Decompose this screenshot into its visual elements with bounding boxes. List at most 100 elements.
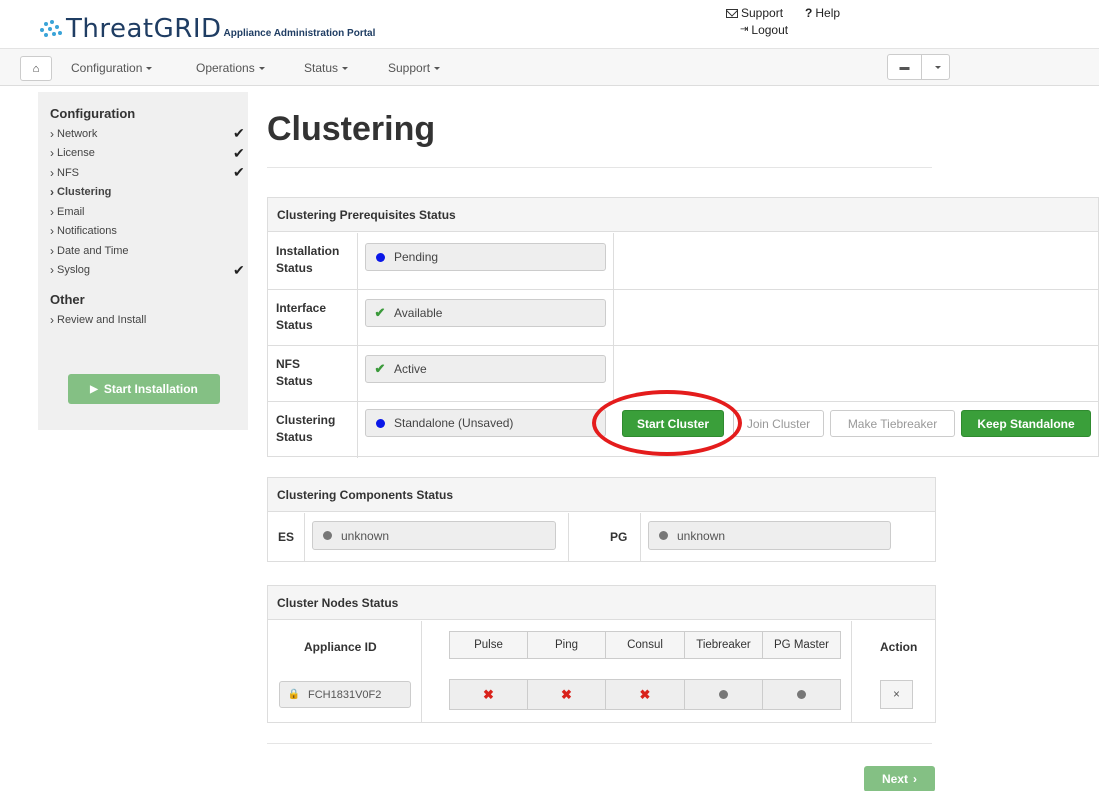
nav-status[interactable]: Status — [304, 61, 349, 75]
sidebar-item-review-and-install[interactable]: › Review and Install — [50, 310, 236, 330]
support-link[interactable]: Support — [726, 6, 783, 20]
envelope-icon — [726, 8, 738, 18]
sidebar-item-license[interactable]: › License ✔ — [50, 144, 245, 164]
make-tiebreaker-button[interactable]: Make Tiebreaker — [830, 410, 955, 437]
gray-dot-icon — [658, 531, 668, 540]
home-icon: ⌂ — [32, 62, 40, 75]
chevron-right-icon: › — [50, 185, 54, 200]
question-icon: ? — [805, 6, 813, 20]
lock-icon: 🔒 — [287, 689, 301, 700]
nodes-panel: Cluster Nodes Status Appliance ID Action… — [267, 585, 936, 723]
brand-name: ThreatGRID — [66, 14, 222, 44]
pg-label: PG — [610, 530, 628, 544]
pg-status-field: unknown — [648, 521, 891, 550]
check-icon: ✔ — [233, 261, 245, 278]
x-icon: ✖ — [561, 686, 572, 702]
home-button[interactable]: ⌂ — [20, 56, 52, 81]
caret-down-icon — [934, 65, 941, 69]
remove-node-button[interactable]: × — [880, 680, 913, 709]
brand-logo: ThreatGRID Appliance Administration Port… — [38, 10, 375, 42]
consul-status: ✖ — [605, 679, 685, 710]
x-icon: ✖ — [639, 686, 651, 702]
pulse-header: Pulse — [449, 631, 528, 659]
threatgrid-logo-icon — [38, 18, 62, 42]
start-installation-button[interactable]: ▶ Start Installation — [68, 374, 220, 404]
sidebar-item-syslog[interactable]: › Syslog ✔ — [50, 261, 245, 281]
action-header: Action — [880, 640, 918, 654]
es-label: ES — [278, 530, 295, 544]
appliance-id-header: Appliance ID — [304, 640, 377, 654]
ping-header: Ping — [527, 631, 606, 659]
play-icon: ▶ — [90, 383, 98, 395]
installation-status-row: Installation Status Pending — [268, 233, 1098, 290]
pg-master-status — [762, 679, 841, 710]
sidebar-item-nfs[interactable]: › NFS ✔ — [50, 163, 245, 183]
components-title: Clustering Components Status — [268, 478, 935, 512]
close-icon: × — [893, 688, 900, 701]
nodes-title: Cluster Nodes Status — [268, 586, 935, 620]
logout-link[interactable]: ⇥ Logout — [740, 23, 788, 37]
pg-master-header: PG Master — [762, 631, 841, 659]
blue-dot-icon — [375, 252, 385, 262]
footer-divider — [267, 743, 932, 744]
nfs-status-label: NFS Status — [276, 357, 313, 388]
sidebar-item-notifications[interactable]: › Notifications — [50, 222, 236, 242]
components-panel: Clustering Components Status ES unknown … — [267, 477, 936, 562]
help-link[interactable]: ? Help — [805, 6, 840, 20]
keep-standalone-button[interactable]: Keep Standalone — [961, 410, 1091, 437]
consul-header: Consul — [605, 631, 685, 659]
blue-dot-icon — [375, 418, 385, 428]
top-navbar: ⌂ Configuration Operations Status Suppor… — [0, 48, 1099, 86]
x-icon: ✖ — [483, 686, 494, 702]
chevron-right-icon: › — [50, 312, 54, 327]
join-cluster-button[interactable]: Join Cluster — [733, 410, 824, 437]
nav-support[interactable]: Support — [388, 61, 441, 75]
nav-configuration[interactable]: Configuration — [71, 61, 153, 75]
chevron-right-icon: › — [50, 263, 54, 278]
page-title: Clustering — [267, 110, 436, 148]
chevron-right-icon: › — [50, 204, 54, 219]
gray-dot-icon — [719, 690, 728, 699]
chevron-right-icon: › — [50, 243, 54, 258]
sidebar-item-network[interactable]: › Network ✔ — [50, 124, 245, 144]
highlight-circle — [592, 390, 742, 456]
interface-status-label: Interface Status — [276, 301, 327, 332]
sidebar-item-email[interactable]: › Email — [50, 202, 236, 222]
sidebar-item-clustering[interactable]: › Clustering — [50, 183, 236, 203]
nfs-status-field: ✔ Active — [365, 355, 606, 383]
installation-status-field: Pending — [365, 243, 606, 271]
chevron-right-icon: › — [50, 126, 54, 141]
logout-icon: ⇥ — [740, 24, 749, 35]
installation-status-label: Installation Status — [276, 244, 340, 275]
chevron-right-icon: › — [913, 772, 917, 786]
top-links: Support ? Help ⇥ Logout — [726, 6, 840, 37]
appliance-id-field: 🔒 FCH1831V0F2 — [279, 681, 411, 708]
check-icon: ✔ — [374, 361, 386, 376]
check-icon: ✔ — [233, 164, 245, 181]
sidebar-heading-configuration: Configuration — [50, 106, 136, 121]
chevron-right-icon: › — [50, 146, 54, 161]
check-icon: ✔ — [233, 144, 245, 161]
language-dropdown[interactable]: ▬ — [887, 54, 950, 80]
brand-subtitle: Appliance Administration Portal — [223, 28, 376, 39]
sidebar-heading-other: Other — [50, 292, 85, 307]
pulse-status: ✖ — [449, 679, 528, 710]
sidebar: Configuration › Network ✔ › License ✔ › NFS ✔ … — [38, 92, 248, 430]
nav-operations[interactable]: Operations — [196, 61, 265, 75]
sidebar-item-date-and-time[interactable]: › Date and Time — [50, 241, 236, 261]
es-status-field: unknown — [312, 521, 556, 550]
check-icon: ✔ — [374, 305, 386, 320]
tiebreaker-status — [684, 679, 763, 710]
caret-down-icon — [342, 67, 349, 71]
next-button[interactable]: Next › — [864, 766, 935, 791]
prerequisites-title: Clustering Prerequisites Status — [268, 198, 1098, 232]
flag-icon: ▬ — [888, 55, 922, 79]
tiebreaker-header: Tiebreaker — [684, 631, 763, 659]
interface-status-row: Interface Status ✔ Available — [268, 290, 1098, 346]
clustering-status-field: Standalone (Unsaved) — [365, 409, 606, 437]
caret-down-icon — [434, 67, 441, 71]
interface-status-field: ✔ Available — [365, 299, 606, 327]
clustering-status-label: Clustering Status — [276, 413, 336, 444]
ping-status: ✖ — [527, 679, 606, 710]
caret-down-icon — [258, 67, 265, 71]
